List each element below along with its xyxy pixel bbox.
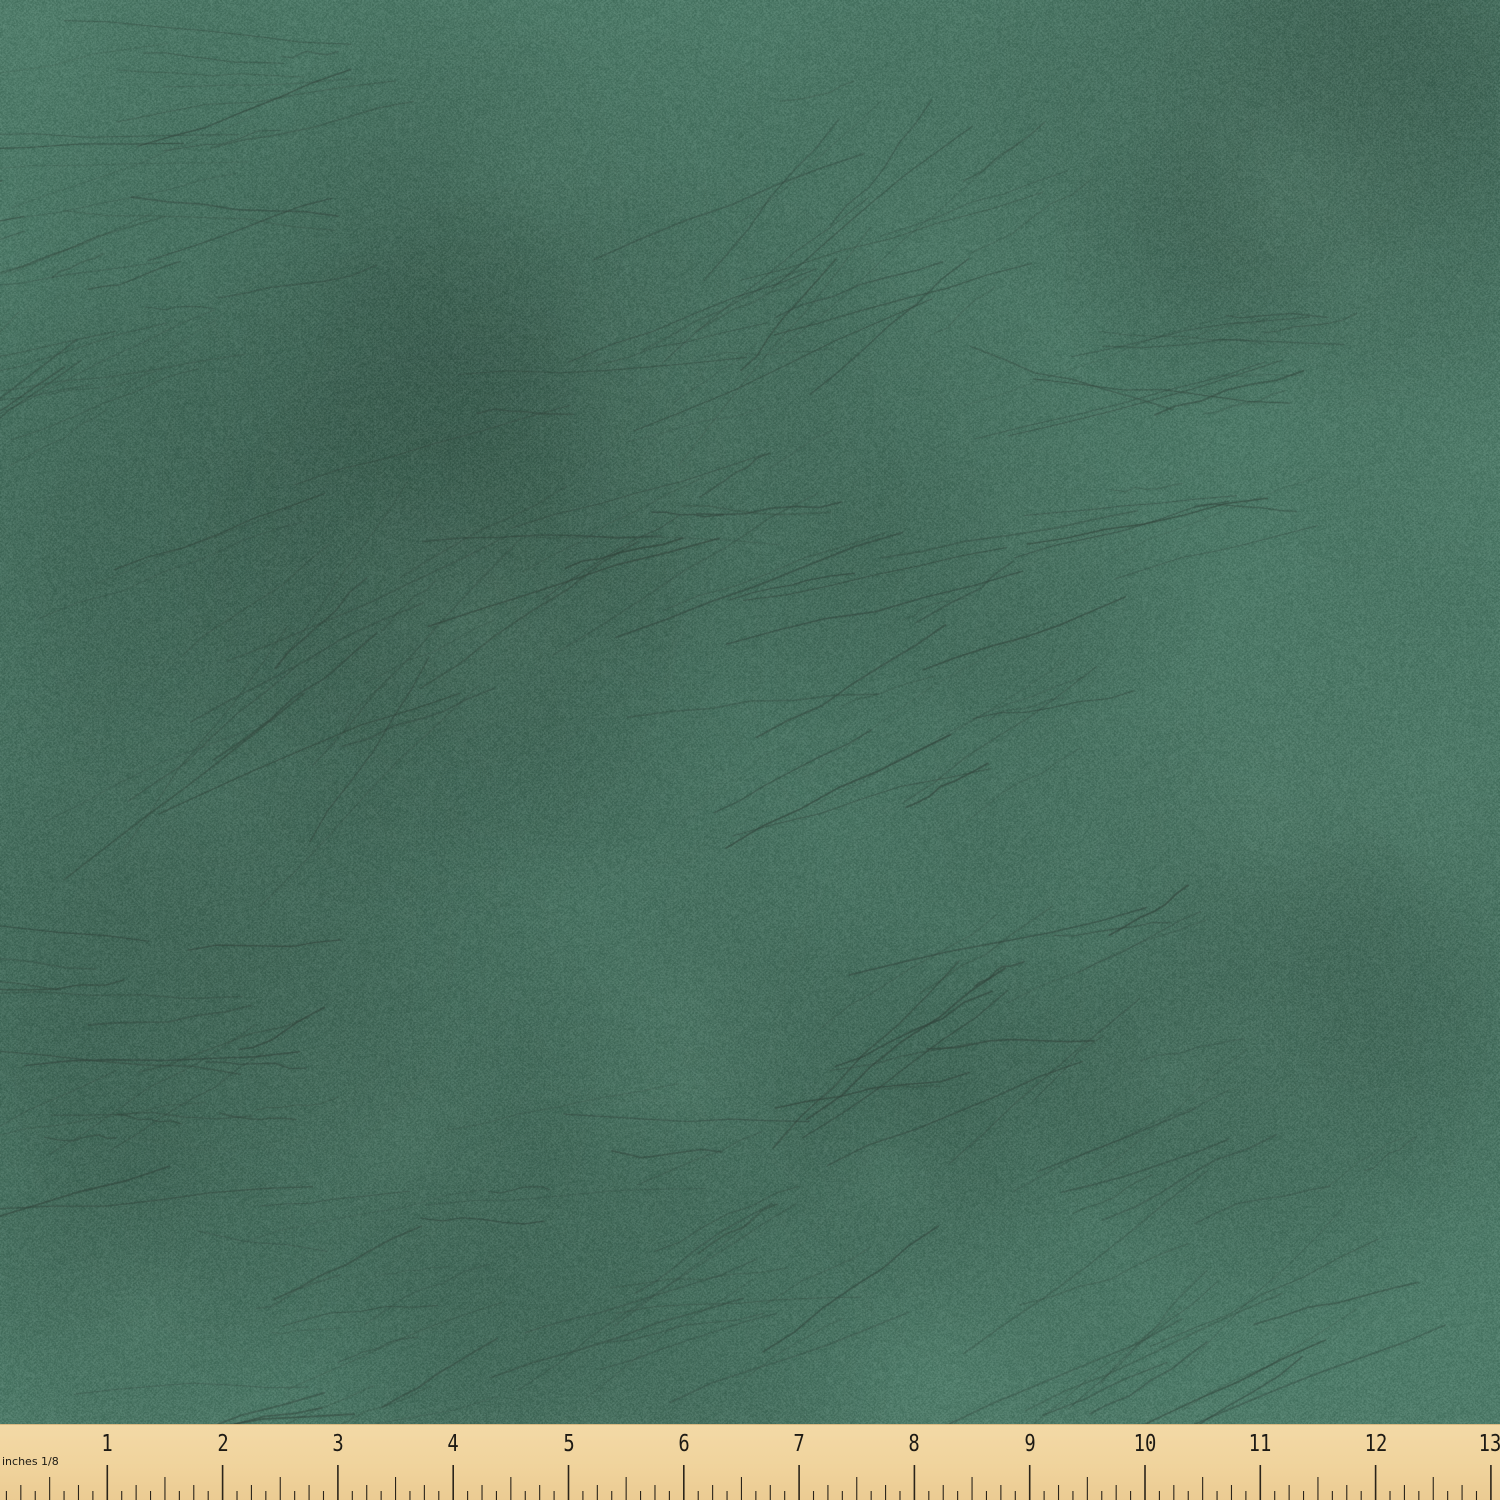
ruler-number: 12 bbox=[1364, 1431, 1387, 1457]
ruler-number: 5 bbox=[562, 1431, 575, 1457]
ruler-number: 3 bbox=[332, 1431, 344, 1457]
ruler-number: 7 bbox=[793, 1431, 805, 1457]
ruler-number: 8 bbox=[908, 1431, 921, 1457]
ruler-number: 13 bbox=[1478, 1431, 1500, 1457]
measuring-ruler: inches 1/8 1 2 3 4 5 6 7 8 9 10 11 12 13 bbox=[0, 1424, 1500, 1500]
ruler-number: 10 bbox=[1133, 1431, 1157, 1457]
ruler-number: 1 bbox=[101, 1431, 113, 1457]
ruler-number: 11 bbox=[1248, 1431, 1272, 1457]
ruler-number: 9 bbox=[1024, 1431, 1036, 1457]
ruler-number: 4 bbox=[447, 1431, 459, 1457]
ruler-number: 6 bbox=[678, 1431, 690, 1457]
ruler-unit-label: inches 1/8 bbox=[2, 1455, 59, 1468]
fabric-swatch-image: inches 1/8 1 2 3 4 5 6 7 8 9 10 11 12 13 bbox=[0, 0, 1500, 1500]
fabric-texture bbox=[0, 0, 1500, 1500]
ruler-number: 2 bbox=[216, 1431, 229, 1457]
